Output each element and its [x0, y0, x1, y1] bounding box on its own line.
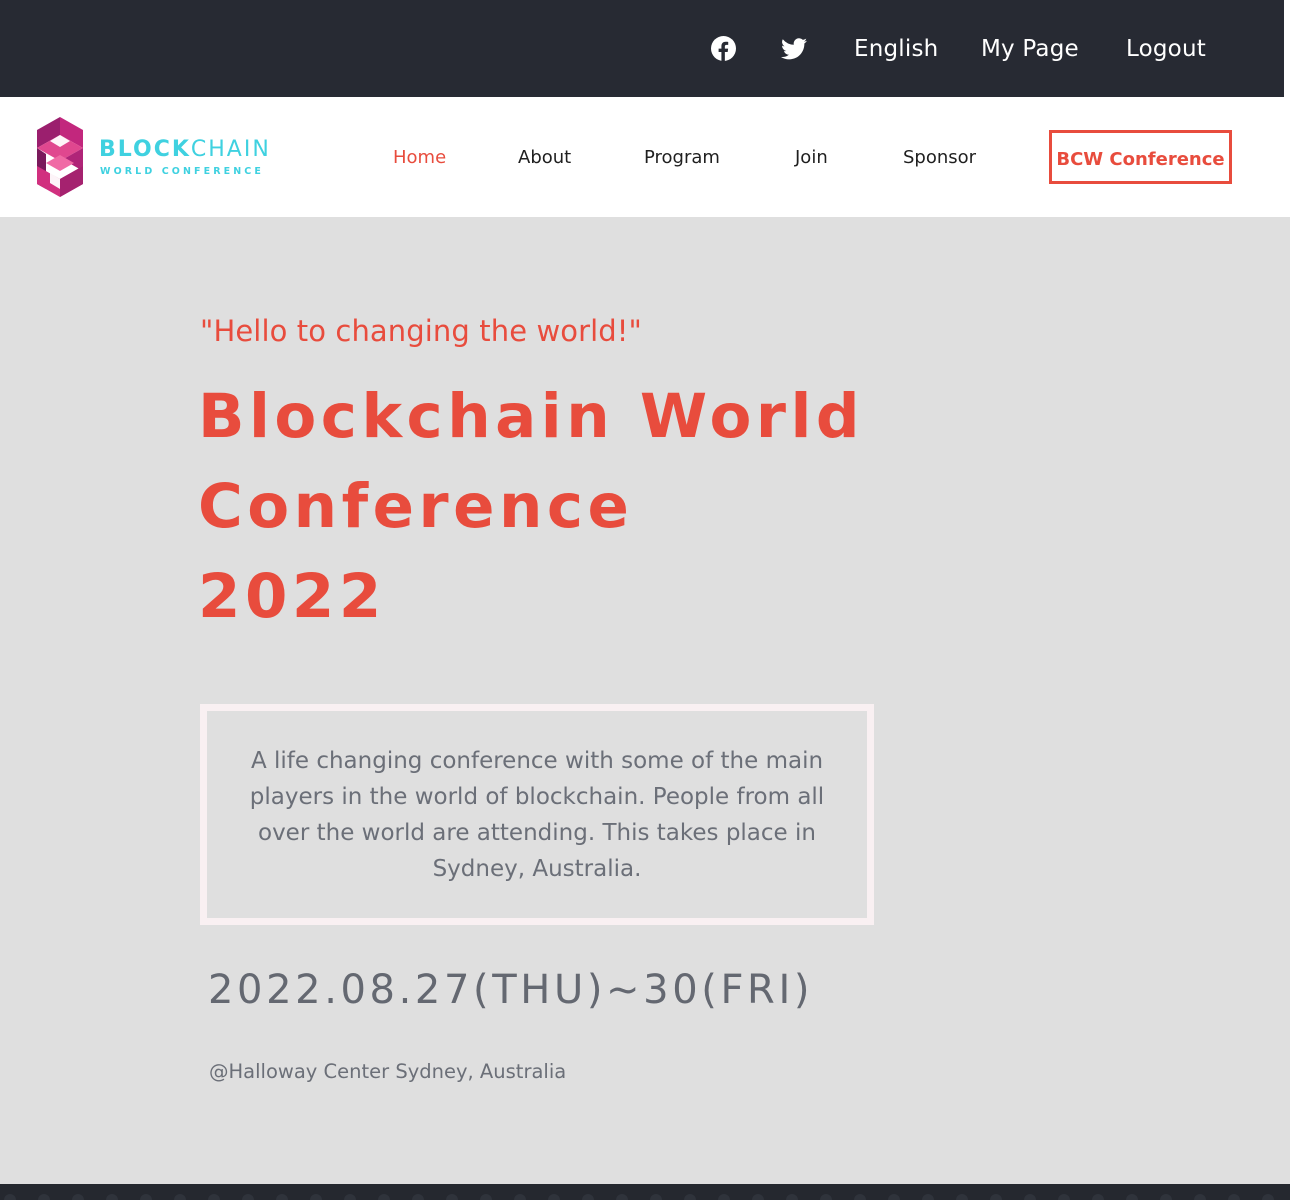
- my-page-link[interactable]: My Page: [981, 0, 1079, 97]
- hero-title: Blockchain World Conference 2022: [198, 372, 918, 642]
- twitter-link[interactable]: [781, 0, 807, 97]
- footer-pattern-dot: [4, 1194, 16, 1200]
- footer-pattern-dot: [786, 1194, 798, 1200]
- event-dates: 2022.08.27(THU)~30(FRI): [208, 967, 814, 1013]
- footer-pattern-dot: [1024, 1194, 1036, 1200]
- footer-pattern-dot: [514, 1194, 526, 1200]
- twitter-icon: [781, 37, 807, 59]
- description-box: A life changing conference with some of …: [200, 704, 874, 925]
- footer-pattern-dot: [888, 1194, 900, 1200]
- hero-description: A life changing conference with some of …: [249, 747, 825, 882]
- language-selector[interactable]: English: [854, 0, 938, 97]
- top-utility-bar: English My Page Logout: [0, 0, 1284, 97]
- nav-item-sponsor[interactable]: Sponsor: [903, 97, 976, 217]
- main-navigation: BLOCKCHAIN WORLD CONFERENCE Home About P…: [0, 97, 1290, 217]
- footer-pattern-dot: [276, 1194, 288, 1200]
- nav-item-program[interactable]: Program: [644, 97, 720, 217]
- footer-pattern-dot: [820, 1194, 832, 1200]
- footer-pattern-dot: [1194, 1194, 1206, 1200]
- footer-pattern-dot: [1228, 1194, 1240, 1200]
- footer-pattern: [4, 1194, 1274, 1200]
- hero-tagline: "Hello to changing the world!": [200, 314, 642, 348]
- facebook-icon: [710, 36, 736, 61]
- footer-strip: [0, 1184, 1290, 1200]
- top-right-gutter: [1284, 0, 1290, 97]
- footer-pattern-dot: [922, 1194, 934, 1200]
- logout-link[interactable]: Logout: [1126, 0, 1206, 97]
- footer-pattern-dot: [752, 1194, 764, 1200]
- footer-pattern-dot: [854, 1194, 866, 1200]
- footer-pattern-dot: [242, 1194, 254, 1200]
- site-logo[interactable]: BLOCKCHAIN WORLD CONFERENCE: [33, 115, 269, 199]
- footer-pattern-dot: [990, 1194, 1002, 1200]
- footer-pattern-dot: [480, 1194, 492, 1200]
- footer-pattern-dot: [106, 1194, 118, 1200]
- footer-pattern-dot: [1262, 1194, 1274, 1200]
- footer-pattern-dot: [140, 1194, 152, 1200]
- footer-pattern-dot: [548, 1194, 560, 1200]
- event-venue: @Halloway Center Sydney, Australia: [209, 1060, 567, 1083]
- footer-pattern-dot: [582, 1194, 594, 1200]
- footer-pattern-dot: [718, 1194, 730, 1200]
- footer-pattern-dot: [1126, 1194, 1138, 1200]
- footer-pattern-dot: [72, 1194, 84, 1200]
- footer-pattern-dot: [1092, 1194, 1104, 1200]
- footer-pattern-dot: [38, 1194, 50, 1200]
- blockchain-logo-icon: [37, 117, 83, 197]
- nav-item-join[interactable]: Join: [795, 97, 828, 217]
- hero-title-line: Conference: [198, 471, 634, 542]
- footer-pattern-dot: [378, 1194, 390, 1200]
- footer-pattern-dot: [956, 1194, 968, 1200]
- hero-title-line: 2022: [198, 561, 386, 632]
- footer-pattern-dot: [616, 1194, 628, 1200]
- logo-subtitle: WORLD CONFERENCE: [100, 166, 264, 177]
- footer-pattern-dot: [344, 1194, 356, 1200]
- footer-pattern-dot: [1058, 1194, 1070, 1200]
- footer-pattern-dot: [446, 1194, 458, 1200]
- hero-title-line: Blockchain World: [198, 381, 865, 452]
- footer-pattern-dot: [174, 1194, 186, 1200]
- footer-pattern-dot: [412, 1194, 424, 1200]
- nav-item-home[interactable]: Home: [393, 97, 446, 217]
- bcw-conference-button[interactable]: BCW Conference: [1049, 130, 1232, 184]
- nav-item-about[interactable]: About: [518, 97, 571, 217]
- logo-wordmark: BLOCKCHAIN: [99, 137, 271, 162]
- footer-pattern-dot: [650, 1194, 662, 1200]
- footer-pattern-dot: [208, 1194, 220, 1200]
- facebook-link[interactable]: [710, 0, 736, 97]
- footer-pattern-dot: [1160, 1194, 1172, 1200]
- footer-pattern-dot: [684, 1194, 696, 1200]
- footer-pattern-dot: [310, 1194, 322, 1200]
